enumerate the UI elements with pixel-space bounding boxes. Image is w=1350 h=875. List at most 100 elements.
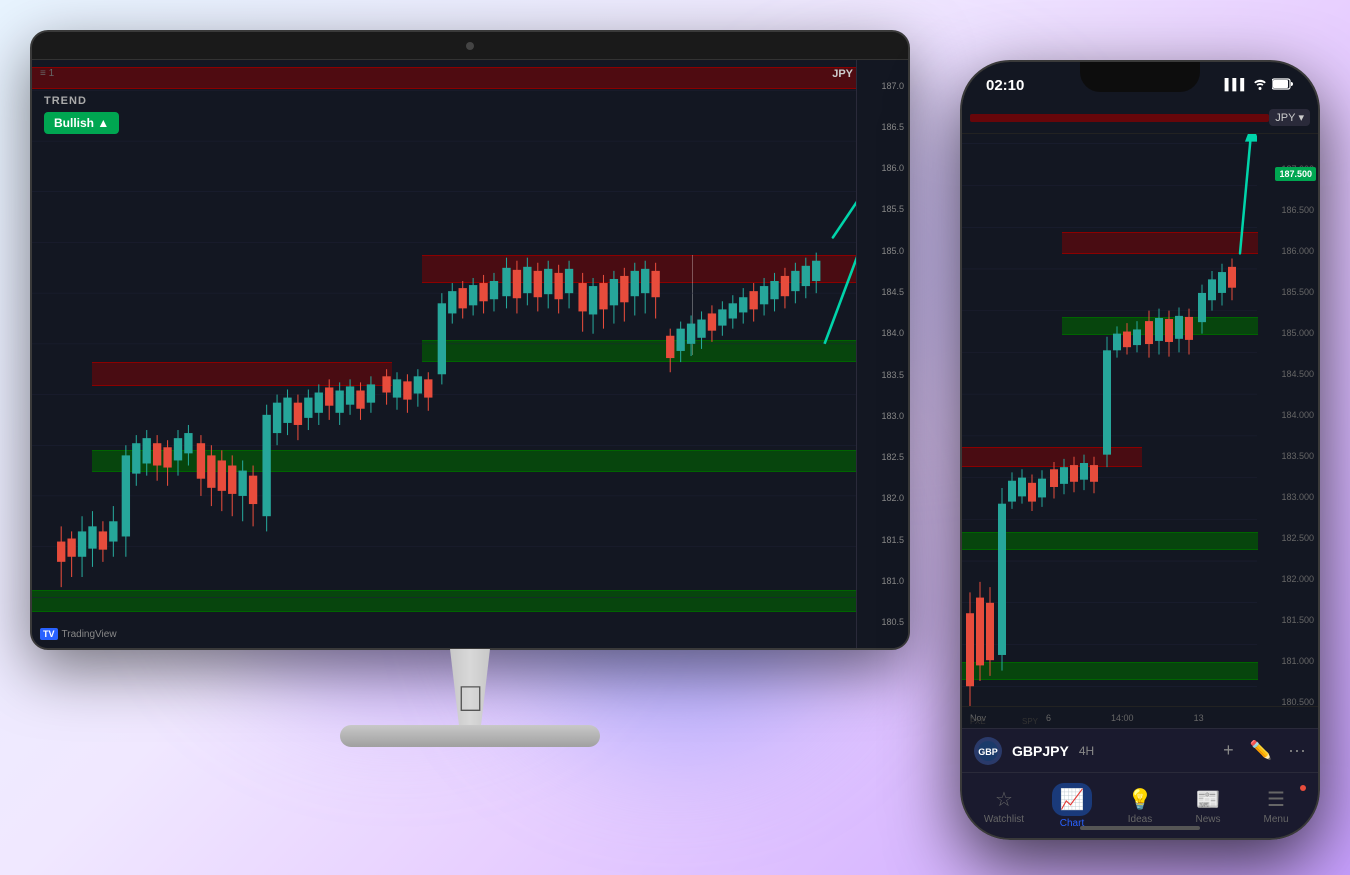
iphone-resistance-bar [970,114,1269,122]
iphone-pair-row: GBP GBPJPY 4H + ✏️ ··· [962,729,1318,773]
candles-group-2 [122,425,193,557]
imac-chart-area: 187.0 186.5 186.0 185.5 185.0 184.5 184.… [32,60,908,648]
iphone-candlestick-chart [962,102,1257,728]
edit-icon[interactable]: ✏️ [1250,740,1272,761]
nav-news[interactable]: 📰 News [1181,787,1236,825]
imac-stand-base [340,725,600,747]
iphone-price-label: 183.000 [1258,492,1318,502]
price-label: 182.0 [857,493,908,503]
currency-text: JPY [1275,112,1295,124]
price-label: 184.0 [857,328,908,338]
iphone-price-axis: 187.500 187.000 186.500 186.000 185.500 … [1258,102,1318,728]
nav-chart[interactable]: 📈 Chart [1045,783,1100,829]
time-label-6: 6 [1046,713,1051,723]
price-label: 183.5 [857,370,908,380]
iphone-price-label: 182.500 [1258,533,1318,543]
watchlist-icon: ☆ [995,787,1013,812]
iphone-price-tag: 187.500 [1275,167,1316,181]
bullish-badge: Bullish ▲ [44,112,119,134]
price-label: 186.5 [857,122,908,132]
imac-screen-content: 187.0 186.5 186.0 185.5 185.0 184.5 184.… [32,60,908,648]
add-icon[interactable]: + [1223,740,1234,761]
iphone-price-label: 184.000 [1258,410,1318,420]
imac-price-axis: 187.0 186.5 186.0 185.5 185.0 184.5 184.… [856,60,908,648]
candles-sideways [502,258,573,314]
status-icons: ▌▌▌ [1225,78,1294,93]
currency-label: JPY [832,68,853,80]
nav-watchlist[interactable]: ☆ Watchlist [977,787,1032,825]
iphone-price-label: 186.000 [1258,246,1318,256]
iphone-currency-dropdown[interactable]: JPY ▾ [1269,109,1310,126]
iphone-status-bar: 02:10 ▌▌▌ [962,70,1318,100]
price-label: 186.0 [857,163,908,173]
iphone-chart: 187.500 187.000 186.500 186.000 185.500 … [962,102,1318,728]
price-label: 187.0 [857,81,908,91]
nav-watchlist-label: Watchlist [984,814,1024,825]
imac-device: 187.0 186.5 186.0 185.5 185.0 184.5 184.… [30,30,950,780]
tv-logo-icon: TV [40,628,58,640]
iphone-price-label: 185.500 [1258,287,1318,297]
chart-nav-icon: 📈 [1060,789,1085,811]
pair-currency-icon: GBP [974,737,1002,765]
iphone-price-label: 182.000 [1258,574,1318,584]
trend-label: TREND [44,95,87,107]
candlestick-chart [32,60,908,648]
candles-recovery [262,376,375,531]
dropdown-arrow: ▾ [1298,111,1304,124]
ideas-icon: 💡 [1128,787,1153,812]
price-label: 184.5 [857,287,908,297]
iphone-top-bar: JPY ▾ [962,102,1318,134]
iphone-bottom-bar: GBP GBPJPY 4H + ✏️ ··· ☆ Watchlist [962,728,1318,838]
candles-breakout [666,253,820,373]
iphone-price-label: 184.500 [1258,369,1318,379]
pair-actions: + ✏️ ··· [1223,740,1306,761]
battery-icon [1272,78,1294,93]
nav-chart-active-bg: 📈 [1052,783,1093,816]
chart-index-label: ≡ 1 [40,68,54,79]
pair-label-2: SPY [1022,717,1038,726]
nav-ideas-label: Ideas [1128,814,1152,825]
tradingview-logo: TV TradingView [40,628,117,640]
status-time: 02:10 [986,77,1024,94]
more-icon[interactable]: ··· [1288,740,1306,761]
price-label: 182.5 [857,452,908,462]
pair-timeframe: 4H [1079,744,1094,758]
apple-logo-icon:  [457,678,484,720]
iphone-price-label: 181.000 [1258,656,1318,666]
price-label: 180.5 [857,617,908,627]
iphone-price-label: 186.500 [1258,205,1318,215]
pair-name: GBPJPY [1012,743,1069,759]
iphone-price-label: 181.500 [1258,615,1318,625]
iphone-screen: 02:10 ▌▌▌ [962,62,1318,838]
iphone-price-label: 183.500 [1258,451,1318,461]
pair-label-1: FXE [970,717,986,726]
menu-notification-dot [1300,785,1306,791]
time-label-1400: 14:00 [1111,713,1134,723]
iphone-price-label: 185.000 [1258,328,1318,338]
price-label: 181.0 [857,576,908,586]
price-label: 185.5 [857,204,908,214]
candles-consolidation-2 [578,261,659,334]
menu-icon: ☰ [1267,787,1285,812]
nav-menu[interactable]: ☰ Menu [1249,787,1304,825]
time-label-13: 13 [1194,713,1204,723]
candles-consolidation-1 [382,369,432,413]
nav-news-label: News [1195,814,1220,825]
signal-icon: ▌▌▌ [1225,79,1248,91]
home-indicator [1080,826,1200,830]
nav-menu-label: Menu [1263,814,1288,825]
iphone-body: 02:10 ▌▌▌ [960,60,1320,840]
imac-camera [466,42,474,50]
svg-text:GBP: GBP [978,747,998,757]
wifi-icon [1253,78,1267,93]
nav-ideas[interactable]: 💡 Ideas [1113,787,1168,825]
tv-logo-text: TradingView [62,629,117,640]
price-label: 181.5 [857,535,908,545]
price-label: 185.0 [857,246,908,256]
iphone-device: 02:10 ▌▌▌ [960,60,1320,840]
price-label: 183.0 [857,411,908,421]
candles-big-jump [438,273,498,385]
news-icon: 📰 [1196,787,1221,812]
candles-group-drop [197,435,257,526]
imac-camera-bar [32,32,908,60]
